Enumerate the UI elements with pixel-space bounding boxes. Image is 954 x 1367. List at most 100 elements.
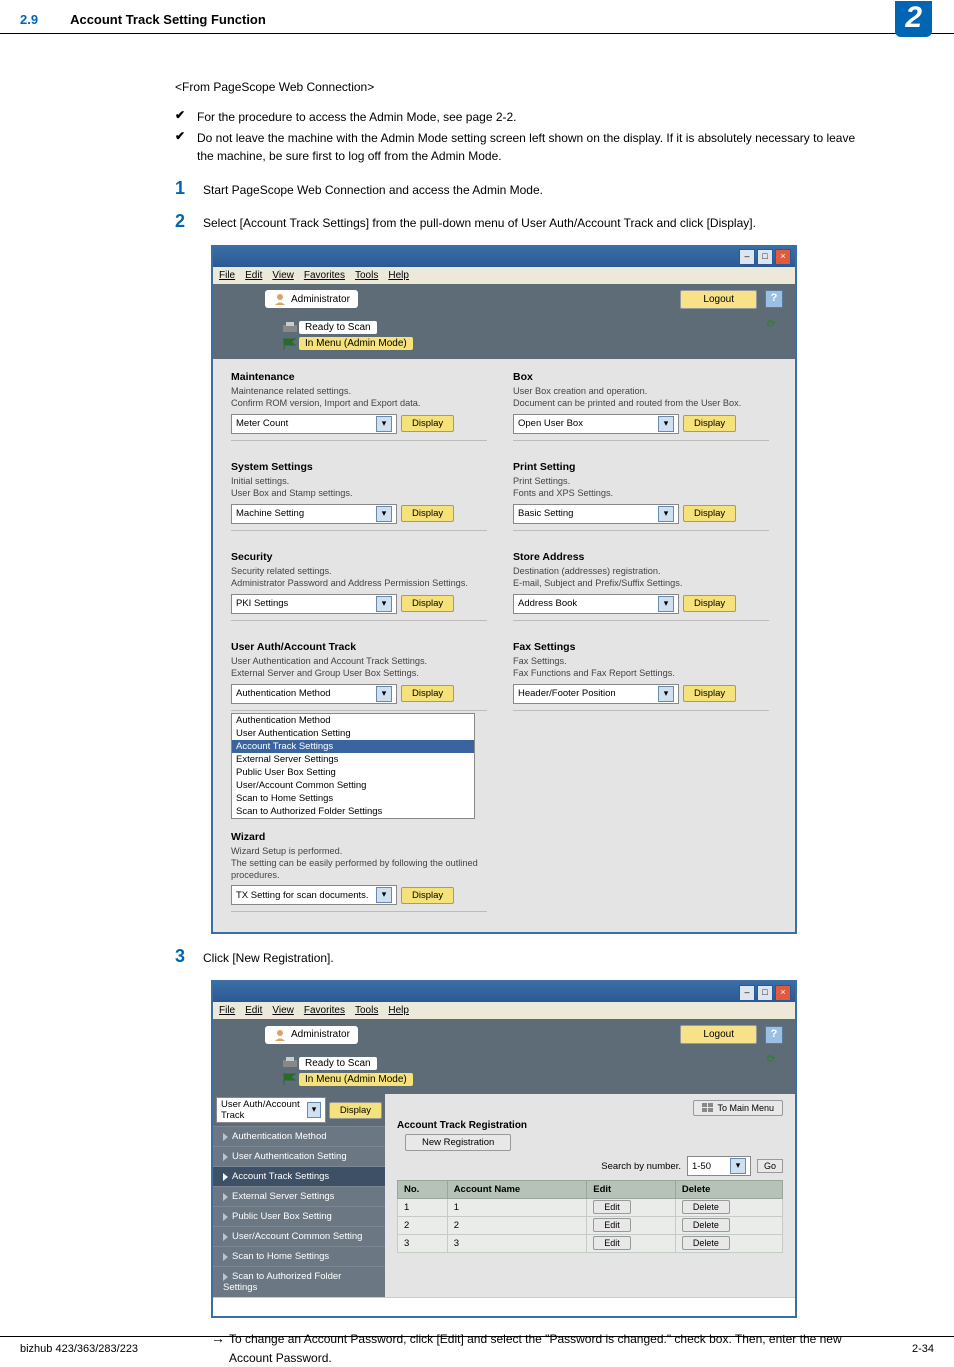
new-registration-button[interactable]: New Registration (405, 1134, 511, 1151)
chevron-down-icon: ▾ (658, 596, 674, 612)
menu-tools[interactable]: Tools (355, 270, 378, 281)
status-ready: Ready to Scan (299, 1057, 377, 1070)
menu-edit[interactable]: Edit (245, 270, 262, 281)
delete-button[interactable]: Delete (682, 1236, 730, 1250)
help-icon[interactable]: ? (765, 290, 783, 308)
card-title: Fax Settings (513, 641, 769, 653)
display-button[interactable]: Display (401, 415, 454, 432)
sidebar-item-public-user-box-setting[interactable]: Public User Box Setting (213, 1206, 385, 1226)
maximize-icon[interactable]: □ (757, 985, 773, 1001)
display-button[interactable]: Display (401, 887, 454, 904)
chapter-badge: 2 (895, 1, 932, 37)
card-select[interactable]: Address Book▾ (513, 594, 679, 614)
chevron-down-icon: ▾ (376, 686, 392, 702)
display-button[interactable]: Display (401, 595, 454, 612)
display-button[interactable]: Display (401, 685, 454, 702)
sidebar-item-scan-to-home-settings[interactable]: Scan to Home Settings (213, 1246, 385, 1266)
logout-button[interactable]: Logout (680, 1025, 757, 1044)
triangle-icon (223, 1193, 228, 1201)
sidebar-item-user-account-common-setting[interactable]: User/Account Common Setting (213, 1226, 385, 1246)
card-select[interactable]: Basic Setting▾ (513, 504, 679, 524)
card-title: Box (513, 371, 769, 383)
grid-icon (702, 1103, 714, 1113)
menu-help[interactable]: Help (388, 270, 409, 281)
display-button[interactable]: Display (329, 1102, 382, 1119)
sidebar-item-authentication-method[interactable]: Authentication Method (213, 1126, 385, 1146)
display-button[interactable]: Display (683, 505, 736, 522)
help-icon[interactable]: ? (765, 1026, 783, 1044)
sidebar-item-account-track-settings[interactable]: Account Track Settings (213, 1166, 385, 1186)
card-select[interactable]: Machine Setting▾ (231, 504, 397, 524)
section-number: 2.9 (20, 12, 38, 27)
edit-button[interactable]: Edit (593, 1236, 631, 1250)
card-select[interactable]: TX Setting for scan documents.▾ (231, 885, 397, 905)
display-button[interactable]: Display (683, 415, 736, 432)
chevron-down-icon: ▾ (658, 416, 674, 432)
panel-title: Account Track Registration (397, 1120, 783, 1131)
card-wizard: WizardWizard Setup is performed.The sett… (231, 831, 487, 921)
dropdown-open[interactable]: Authentication MethodUser Authentication… (231, 713, 475, 819)
dropdown-option[interactable]: Public User Box Setting (232, 766, 474, 779)
flag-icon (281, 337, 299, 351)
triangle-icon (223, 1153, 228, 1161)
card-select[interactable]: Header/Footer Position▾ (513, 684, 679, 704)
step-number: 2 (175, 211, 203, 232)
menu-tools[interactable]: Tools (355, 1005, 378, 1016)
card-select[interactable]: PKI Settings▾ (231, 594, 397, 614)
nav-select[interactable]: User Auth/Account Track▾ (216, 1097, 326, 1123)
card-title: User Auth/Account Track (231, 641, 487, 653)
sidebar-item-user-authentication-setting[interactable]: User Authentication Setting (213, 1146, 385, 1166)
menu-favorites[interactable]: Favorites (304, 1005, 345, 1016)
chevron-down-icon: ▾ (658, 506, 674, 522)
logout-button[interactable]: Logout (680, 290, 757, 309)
top-strip: Administrator Logout ? (213, 1019, 795, 1050)
menu-file[interactable]: File (219, 270, 235, 281)
chevron-down-icon: ▾ (307, 1102, 321, 1118)
menu-favorites[interactable]: Favorites (304, 270, 345, 281)
card-security: SecuritySecurity related settings.Admini… (231, 551, 487, 629)
menu-view[interactable]: View (272, 1005, 294, 1016)
go-button[interactable]: Go (757, 1159, 783, 1173)
dropdown-option[interactable]: Authentication Method (232, 714, 474, 727)
dropdown-option[interactable]: Scan to Home Settings (232, 792, 474, 805)
cell-no: 2 (398, 1217, 448, 1235)
to-main-menu-button[interactable]: To Main Menu (693, 1100, 783, 1116)
delete-button[interactable]: Delete (682, 1218, 730, 1232)
sidebar-item-external-server-settings[interactable]: External Server Settings (213, 1186, 385, 1206)
minimize-icon[interactable]: – (739, 249, 755, 265)
card-maintenance: MaintenanceMaintenance related settings.… (231, 371, 487, 449)
edit-button[interactable]: Edit (593, 1200, 631, 1214)
menu-edit[interactable]: Edit (245, 1005, 262, 1016)
edit-button[interactable]: Edit (593, 1218, 631, 1232)
menu-view[interactable]: View (272, 270, 294, 281)
maximize-icon[interactable]: □ (757, 249, 773, 265)
minimize-icon[interactable]: – (739, 985, 755, 1001)
card-select[interactable]: Authentication Method▾ (231, 684, 397, 704)
close-icon[interactable]: × (775, 985, 791, 1001)
table-row: 22EditDelete (398, 1217, 783, 1235)
card-title: System Settings (231, 461, 487, 473)
sidebar-item-scan-to-authorized-folder-settings[interactable]: Scan to Authorized Folder Settings (213, 1266, 385, 1297)
browser-menubar: File Edit View Favorites Tools Help (213, 267, 795, 284)
delete-button[interactable]: Delete (682, 1200, 730, 1214)
dropdown-option[interactable]: Scan to Authorized Folder Settings (232, 805, 474, 818)
refresh-icon[interactable]: ⟳ (767, 1054, 783, 1070)
display-button[interactable]: Display (683, 685, 736, 702)
card-select[interactable]: Open User Box▾ (513, 414, 679, 434)
menu-help[interactable]: Help (388, 1005, 409, 1016)
dropdown-option[interactable]: External Server Settings (232, 753, 474, 766)
section-title: Account Track Setting Function (70, 12, 266, 27)
card-select[interactable]: Meter Count▾ (231, 414, 397, 434)
close-icon[interactable]: × (775, 249, 791, 265)
display-button[interactable]: Display (401, 505, 454, 522)
status-mode: In Menu (Admin Mode) (299, 337, 413, 350)
refresh-icon[interactable]: ⟳ (767, 319, 783, 335)
dropdown-option[interactable]: Account Track Settings (232, 740, 474, 753)
dropdown-option[interactable]: User/Account Common Setting (232, 779, 474, 792)
dropdown-option[interactable]: User Authentication Setting (232, 727, 474, 740)
menu-file[interactable]: File (219, 1005, 235, 1016)
screenshot-admin-menu: –□× FileEditViewFavoritesToolsHelp Admin… (211, 245, 874, 934)
step-text: Start PageScope Web Connection and acces… (203, 178, 874, 200)
range-select[interactable]: 1-50▾ (687, 1156, 751, 1176)
display-button[interactable]: Display (683, 595, 736, 612)
